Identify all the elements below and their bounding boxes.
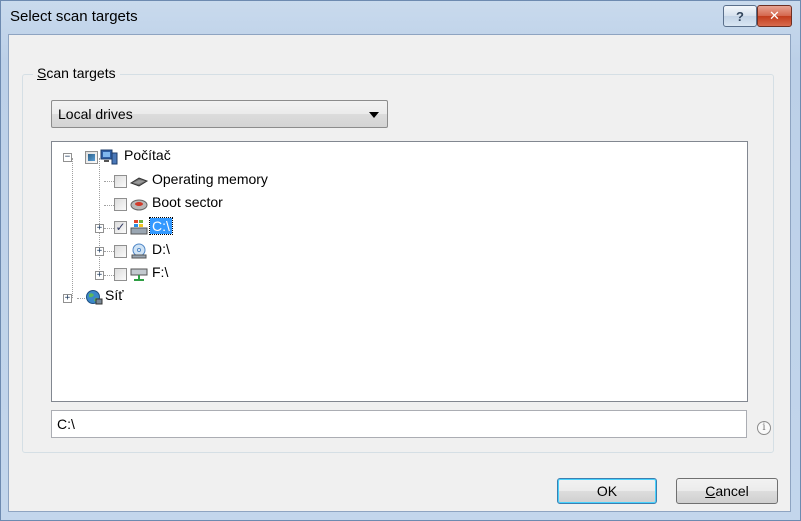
cancel-label: ancel [715, 483, 749, 499]
scan-targets-legend: Scan targets [33, 65, 120, 81]
info-icon[interactable]: i [757, 421, 771, 435]
tree-checkbox-computer[interactable] [85, 151, 98, 164]
tree-node-label[interactable]: Operating memory [152, 171, 268, 187]
tree-connector [104, 181, 114, 182]
tree-node-label[interactable]: Boot sector [152, 194, 223, 210]
target-path-field[interactable]: C:\ [51, 410, 747, 438]
ok-label: OK [596, 483, 618, 499]
collapse-toggle[interactable]: − [63, 153, 72, 162]
windows-drive-icon [130, 220, 148, 235]
close-button[interactable]: ✕ [757, 5, 792, 27]
window-title: Select scan targets [10, 8, 138, 25]
path-value: C:\ [57, 416, 75, 432]
computer-icon [100, 149, 118, 165]
hard-disk-icon [130, 199, 148, 211]
tree-checkbox-f-drive[interactable] [114, 268, 127, 281]
help-icon: ? [736, 8, 744, 24]
network-globe-icon [86, 290, 103, 305]
expand-toggle[interactable]: + [95, 271, 104, 280]
target-type-dropdown[interactable]: Local drives [51, 100, 388, 128]
tree-checkbox-d-drive[interactable] [114, 245, 127, 258]
help-button[interactable]: ? [723, 5, 757, 27]
tree-checkbox-boot[interactable] [114, 198, 127, 211]
tree-connector [99, 158, 100, 276]
dropdown-value: Local drives [58, 106, 133, 122]
expand-toggle[interactable]: + [95, 247, 104, 256]
tree-connector [104, 251, 114, 252]
tree-node-label[interactable]: Síť [105, 287, 123, 303]
tree-node-label[interactable]: D:\ [152, 241, 170, 257]
tree-connector [104, 228, 114, 229]
tree-node-label[interactable]: F:\ [152, 264, 168, 280]
close-icon: ✕ [769, 8, 780, 23]
cancel-button[interactable]: Cancel [676, 478, 778, 504]
optical-drive-icon [131, 243, 147, 259]
ok-button[interactable]: OK [557, 478, 657, 504]
legend-accelerator: S [37, 65, 47, 81]
tree-connector [104, 205, 114, 206]
expand-toggle[interactable]: + [95, 224, 104, 233]
cancel-accelerator: C [705, 483, 716, 499]
chevron-down-icon [369, 112, 379, 118]
tree-connector [104, 275, 114, 276]
scan-target-tree[interactable]: − Počítač Operating memory Boot sector +… [51, 141, 748, 402]
network-drive-icon [130, 268, 148, 281]
memory-chip-icon [130, 177, 148, 187]
expand-toggle[interactable]: + [63, 294, 72, 303]
tree-connector [77, 298, 85, 299]
tree-node-label-selected[interactable]: C:\ [149, 217, 173, 235]
tree-checkbox-c-drive[interactable]: ✓ [114, 221, 127, 234]
title-bar[interactable]: Select scan targets ? ✕ [1, 1, 800, 35]
tree-checkbox-memory[interactable] [114, 175, 127, 188]
tree-node-label[interactable]: Počítač [124, 147, 171, 163]
tree-connector [72, 158, 73, 298]
legend-text: can targets [46, 65, 116, 81]
